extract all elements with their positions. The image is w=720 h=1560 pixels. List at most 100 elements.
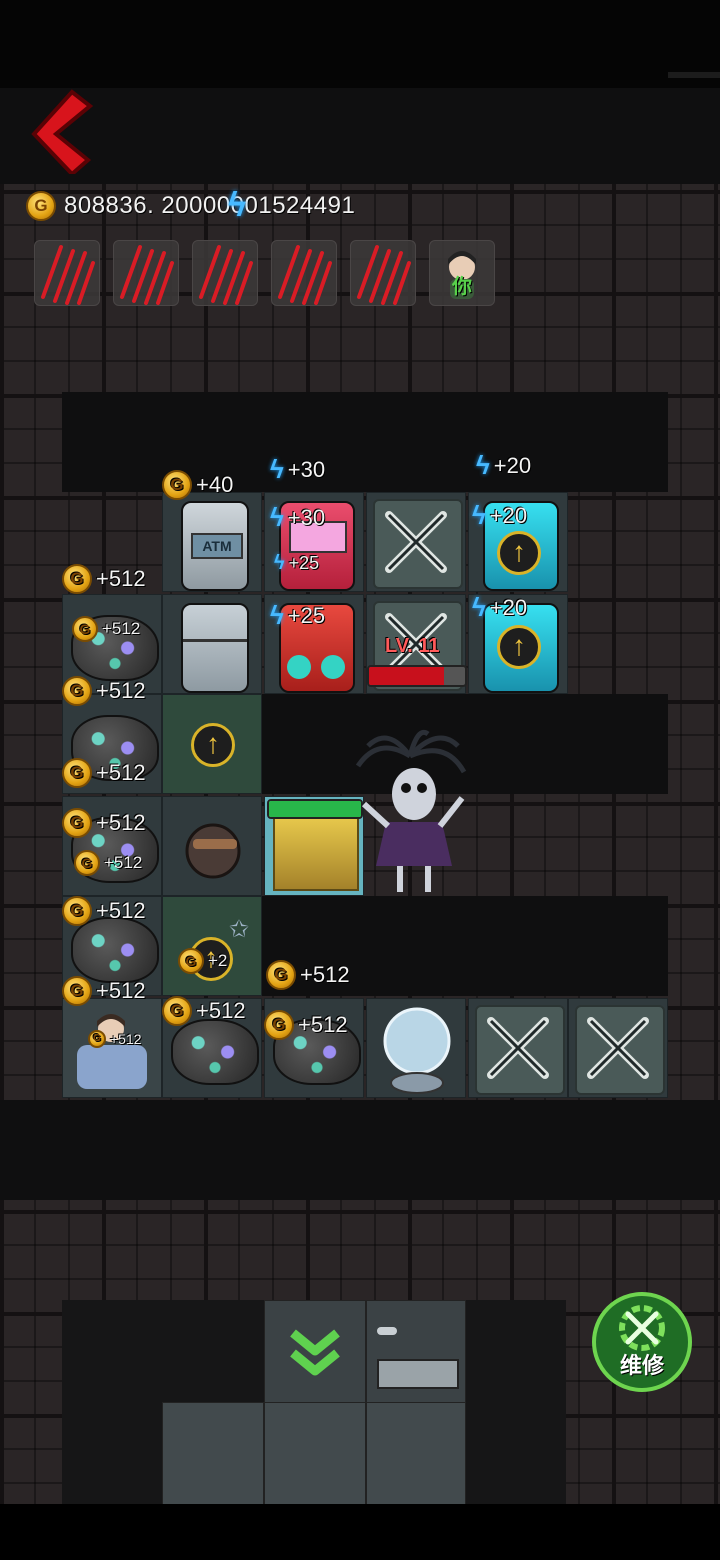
gold-amount: 808836. 20000001524491 [64,192,356,219]
door-hp-bar [367,665,467,687]
mine2-small: G +512 [62,758,146,788]
arcade2-power-value: +25 [287,602,326,628]
gold-coin-icon: G [62,808,92,838]
gold-coin-icon: G [266,960,296,990]
door-hp-fill [369,667,444,685]
wrench-icon [373,499,463,589]
mine1-income-value: +512 [96,566,146,591]
bed-small-value: +512 [110,1031,142,1047]
door-handle [377,1359,459,1389]
mine5-income-value: +512 [96,978,146,1003]
nav-bar [0,1504,720,1560]
gold-coin-icon: G [26,191,56,221]
atm-machine: ATM [181,501,249,591]
mine2-small-value: +512 [96,760,146,785]
gold-coin-icon: G [62,976,92,1006]
team-slot-1[interactable] [34,240,100,306]
team-slot-player[interactable]: 你 [429,240,495,306]
crystal-ball-cell[interactable] [366,998,466,1098]
gold-coin-icon: G [88,1030,106,1048]
gold-coin-icon: G [62,758,92,788]
vending1-power-mid-value: +20 [489,502,528,528]
gold-coin-icon: G [72,616,98,642]
upgrade2-small: G +2 [178,948,227,974]
crystal-ball-icon [383,1007,451,1094]
mine7-income-value: +512 [298,1012,348,1037]
fridge-machine [181,603,249,693]
status-line [668,72,720,78]
bottom-corridor [0,1100,720,1200]
mine4-income-value: +512 [96,898,146,923]
gold-coin-icon: G [62,896,92,926]
vending1-power-top: ϟ +20 [476,450,531,481]
player-label: 你 [452,276,472,298]
team-slot-3[interactable] [192,240,258,306]
back-button[interactable] [26,88,96,177]
arcade1-power-top-value: +30 [287,456,326,482]
empty-slot-1[interactable] [366,492,466,592]
mine1-income: G +512 [62,564,146,594]
lightning-icon: ϟ [476,450,490,480]
empty-slot-3[interactable] [568,998,668,1098]
upgrade2-small-value: +2 [208,951,228,970]
upgrade-slot-1[interactable]: ↑ [162,694,262,794]
claw-marks-icon [41,245,95,305]
wrench-icon [575,1005,665,1095]
tools-gear-icon [619,1305,665,1351]
turret-cell[interactable] [162,796,262,896]
back-arrow-icon [31,89,94,177]
arcade1-power-top: ϟ +30 [270,454,325,485]
atm-income: G +40 [162,470,233,500]
claw-marks-icon [278,245,332,305]
bed-cell[interactable] [62,998,162,1098]
vending2-power-value: +20 [489,594,528,620]
arcade1-power-small-value: +25 [288,553,320,573]
gold-counter: G 808836. 20000001524491 [26,188,355,224]
mine3-small-value: +512 [104,853,143,872]
empty-slot-2[interactable] [468,998,568,1098]
lightning-icon: ϟ [472,592,486,622]
lightning-icon: ϟ [274,552,285,574]
fridge-cell[interactable] [162,594,262,694]
upgrade-arrow-icon[interactable]: ↑ [497,625,541,669]
door-cell[interactable]: LV. 11 [366,594,467,694]
atm-screen: ATM [191,533,243,559]
claw-marks-icon [120,245,174,305]
key-icon [377,1327,397,1335]
gold-coin-icon: G [62,564,92,594]
wrench-icon [475,1005,565,1095]
lightning-icon: ϟ [270,600,284,630]
upgrade-arrow-icon[interactable]: ↑ [497,531,541,575]
gold-coin-icon: G [264,1010,294,1040]
mine1-small-value: +512 [102,619,141,638]
mine3-income-value: +512 [96,810,146,835]
atm-cell[interactable]: ATM [162,492,262,592]
gold-coin-icon: G [74,850,100,876]
mine1-small: G +512 [72,616,140,642]
team-slot-2[interactable] [113,240,179,306]
vending1-power-mid: ϟ +20 [472,500,527,531]
repair-button[interactable]: 维修 [592,1292,692,1392]
ore-rock-icon [71,917,159,983]
ore-rock-icon [171,1019,259,1085]
arcade1-power-small: ϟ +25 [274,552,319,575]
upgrade-slot-2[interactable]: ↑ ✩ [162,896,262,996]
descend-button[interactable] [264,1300,366,1404]
vending2-power: ϟ +20 [472,592,527,623]
repair-label: 维修 [619,1353,664,1378]
team-bar: 你 [34,240,495,306]
team-slot-5[interactable] [350,240,416,306]
mine3-small: G +512 [74,850,142,876]
double-chevron-down-icon [290,1329,340,1376]
gold-coin-icon: G [62,676,92,706]
gold-coin-icon: G [162,996,192,1026]
mine4-income: G +512 [62,896,146,926]
mine2-income: G +512 [62,676,146,706]
star-icon: ✩ [229,916,250,943]
lightning-icon: ϟ [270,454,284,484]
upgrade-arrow-icon[interactable]: ↑ [191,723,235,767]
team-slot-4[interactable] [271,240,337,306]
exit-door[interactable] [366,1300,466,1404]
atm-income-value: +40 [196,472,234,497]
mine7-extra: G +512 [266,960,350,990]
